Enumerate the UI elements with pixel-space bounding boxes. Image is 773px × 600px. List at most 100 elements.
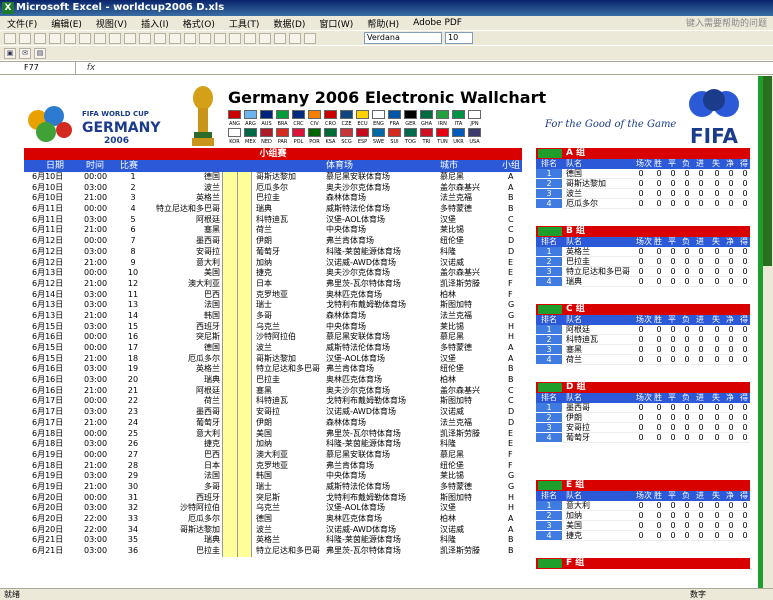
worksheet[interactable]: FIFA WORLD CUP GERMANY 2006 Germany 2006… — [0, 76, 763, 588]
menu-item[interactable]: 窗口(W) — [312, 17, 360, 30]
font-size-select[interactable]: 10 — [445, 32, 473, 44]
venue: 科隆-莱茵能源体育场 — [326, 535, 401, 545]
score-input[interactable] — [222, 417, 252, 429]
stat-value: 0 — [742, 247, 748, 256]
score-input[interactable] — [222, 514, 252, 525]
score-input[interactable] — [222, 321, 252, 333]
score-input[interactable] — [222, 182, 252, 194]
help-search-box[interactable]: 键入需要帮助的问题 — [686, 16, 767, 29]
score-input[interactable] — [222, 449, 252, 461]
score-input[interactable] — [222, 439, 252, 450]
permission-icon[interactable] — [49, 32, 61, 44]
score-input[interactable] — [222, 460, 252, 472]
score-input[interactable] — [222, 204, 252, 215]
match-date: 6月16日 — [32, 375, 64, 385]
menu-item[interactable]: 编辑(E) — [44, 17, 89, 30]
menu-item[interactable]: 数据(D) — [266, 17, 312, 30]
score-input[interactable] — [222, 289, 252, 301]
group-flag-icon — [538, 305, 562, 314]
sort-asc-icon[interactable] — [244, 32, 256, 44]
new-file-icon[interactable] — [4, 32, 16, 44]
pdf-mail-icon[interactable]: ✉ — [19, 47, 31, 59]
undo-icon[interactable] — [184, 32, 196, 44]
email-icon[interactable] — [64, 32, 76, 44]
pdf-convert-icon[interactable]: ▣ — [4, 47, 16, 59]
match-number: 23 — [127, 407, 139, 417]
score-input[interactable] — [222, 428, 252, 440]
pdf-review-icon[interactable]: ▤ — [34, 47, 46, 59]
score-input[interactable] — [222, 546, 252, 557]
drawing-icon[interactable] — [274, 32, 286, 44]
print-preview-icon[interactable] — [94, 32, 106, 44]
stat-header: 净 — [726, 315, 734, 324]
wc-label: FIFA WORLD CUP — [82, 110, 149, 118]
insert-function-icon[interactable]: fx — [76, 63, 106, 73]
group-flag-icon — [538, 227, 562, 236]
score-input[interactable] — [222, 375, 252, 386]
autosum-icon[interactable] — [229, 32, 241, 44]
home-team: 德国 — [204, 172, 220, 181]
city: 凯泽斯劳滕 — [440, 428, 480, 438]
copy-icon[interactable] — [139, 32, 151, 44]
menu-item[interactable]: Adobe PDF — [406, 18, 469, 28]
spelling-icon[interactable] — [109, 32, 121, 44]
score-input[interactable] — [222, 246, 252, 258]
score-input[interactable] — [222, 225, 252, 237]
score-input[interactable] — [222, 471, 252, 482]
save-icon[interactable] — [34, 32, 46, 44]
score-input[interactable] — [222, 310, 252, 322]
font-name-select[interactable]: Verdana — [364, 32, 442, 44]
zoom-icon[interactable] — [289, 32, 301, 44]
score-input[interactable] — [222, 343, 252, 354]
score-input[interactable] — [222, 524, 252, 536]
open-icon[interactable] — [19, 32, 31, 44]
rank-header: 排名 — [536, 237, 562, 247]
rank-cell: 4 — [536, 199, 562, 209]
score-input[interactable] — [222, 353, 252, 365]
score-input[interactable] — [222, 396, 252, 408]
help-icon[interactable] — [304, 32, 316, 44]
score-input[interactable] — [222, 385, 252, 397]
score-input[interactable] — [222, 332, 252, 343]
match-row: 6月12日 21:00 12 澳大利亚 日本 弗里茨-瓦尔特体育场 凯泽斯劳滕 F — [24, 278, 522, 290]
match-number: 19 — [127, 364, 139, 374]
score-input[interactable] — [222, 257, 252, 269]
score-input[interactable] — [222, 236, 252, 247]
score-input[interactable] — [222, 535, 252, 547]
score-input[interactable] — [222, 193, 252, 205]
score-input[interactable] — [222, 407, 252, 418]
score-input[interactable] — [222, 300, 252, 311]
score-input[interactable] — [222, 364, 252, 376]
hyperlink-icon[interactable] — [214, 32, 226, 44]
score-input[interactable] — [222, 278, 252, 290]
vertical-scrollbar[interactable] — [763, 76, 773, 588]
score-input[interactable] — [222, 214, 252, 226]
match-date: 6月11日 — [32, 225, 64, 235]
cut-icon[interactable] — [124, 32, 136, 44]
match-row: 6月11日 21:00 6 塞黑 荷兰 中央体育场 莱比锡 C — [24, 225, 522, 237]
standing-row: 2 加纳 0 0 0 0 0 0 0 0 — [536, 511, 750, 521]
name-box[interactable]: F77 — [0, 62, 76, 74]
score-input[interactable] — [222, 492, 252, 504]
pdf-toolbar: ▣ ✉ ▤ — [0, 45, 773, 60]
menu-item[interactable]: 插入(I) — [134, 17, 176, 30]
print-icon[interactable] — [79, 32, 91, 44]
menu-item[interactable]: 帮助(H) — [360, 17, 406, 30]
menu-item[interactable]: 文件(F) — [0, 17, 44, 30]
team-code: PAR — [277, 139, 288, 145]
redo-icon[interactable] — [199, 32, 211, 44]
score-input[interactable] — [222, 503, 252, 514]
score-input[interactable] — [222, 481, 252, 493]
chart-icon[interactable] — [259, 32, 271, 44]
score-input[interactable] — [222, 172, 252, 183]
menu-item[interactable]: 视图(V) — [89, 17, 134, 30]
paste-icon[interactable] — [154, 32, 166, 44]
match-row: 6月17日 03:00 23 墨西哥 安哥拉 汉诺威-AWD体育场 汉诺威 D — [24, 407, 522, 418]
menu-item[interactable]: 工具(T) — [222, 17, 267, 30]
format-painter-icon[interactable] — [169, 32, 181, 44]
match-row: 6月20日 22:00 33 厄瓜多尔 德国 奥林匹克体育场 柏林 A — [24, 514, 522, 525]
menu-item[interactable]: 格式(O) — [176, 17, 222, 30]
stat-value: 0 — [638, 179, 644, 188]
group: F — [508, 460, 513, 470]
score-input[interactable] — [222, 268, 252, 279]
